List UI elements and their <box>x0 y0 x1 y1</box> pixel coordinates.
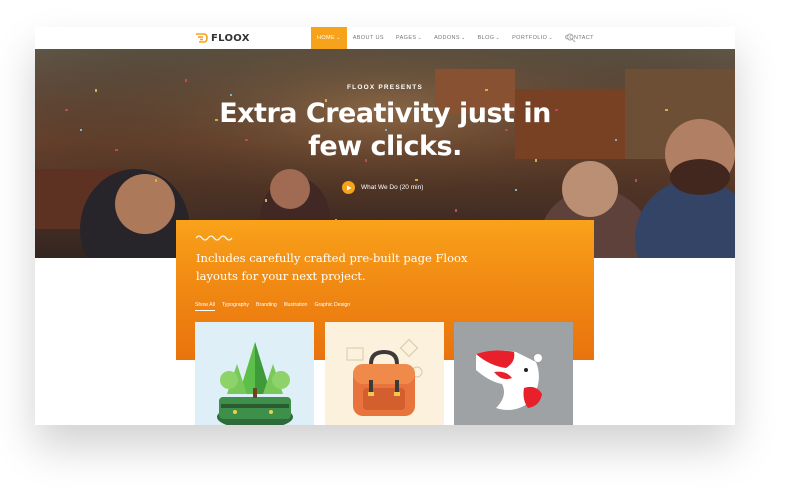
brand-name: FLOOX <box>211 32 250 44</box>
wave-divider-icon <box>195 235 233 241</box>
logo-mark-icon <box>196 33 208 43</box>
intro-line: Includes carefully crafted pre-built pag… <box>196 251 468 265</box>
search-icon[interactable] <box>566 33 576 43</box>
nav-item-blog[interactable]: BLOG ⌄ <box>472 27 506 49</box>
nav-item-home[interactable]: HOME ⌄ <box>311 27 347 49</box>
filter-illustration[interactable]: Illustration <box>284 302 308 311</box>
forest-illustration-icon <box>217 342 293 425</box>
filter-show-all[interactable]: Show All <box>195 302 215 311</box>
video-link[interactable]: What We Do (20 min) <box>342 181 423 194</box>
video-label[interactable]: What We Do (20 min) <box>361 184 423 191</box>
chevron-down-icon: ⌄ <box>495 35 501 41</box>
headline-line: Extra Creativity just in <box>219 98 551 129</box>
nav-label: HOME <box>317 35 336 41</box>
nav-label: PORTFOLIO <box>512 35 548 41</box>
play-icon[interactable] <box>342 181 355 194</box>
portfolio-item-backpack[interactable] <box>325 322 444 425</box>
nav-label: BLOG <box>477 35 495 41</box>
nav-item-pages[interactable]: PAGES ⌄ <box>390 27 428 49</box>
headline-line: few clicks. <box>308 131 462 162</box>
portfolio-item-forest[interactable] <box>195 322 314 425</box>
portfolio-item-rooster[interactable] <box>454 322 573 425</box>
website-frame: FLOOX HOME ⌄ ABOUT US PAGES ⌄ ADDONS ⌄ BLOG… <box>35 27 735 425</box>
hero-headline: Extra Creativity just in few clicks. <box>175 97 595 163</box>
nav-item-about-us[interactable]: ABOUT US <box>347 27 390 49</box>
nav-item-addons[interactable]: ADDONS ⌄ <box>428 27 472 49</box>
nav-label: PAGES <box>395 35 417 41</box>
portfolio-filters: Show All Typography Branding Illustratio… <box>195 302 350 311</box>
chevron-down-icon: ⌄ <box>336 35 341 41</box>
intro-line: layouts for your next project. <box>196 269 366 283</box>
main-menu: HOME ⌄ ABOUT US PAGES ⌄ ADDONS ⌄ BLOG ⌄ PORT… <box>311 27 600 49</box>
nav-item-portfolio[interactable]: PORTFOLIO ⌄ <box>506 27 559 49</box>
filter-graphic-design[interactable]: Graphic Design <box>314 302 350 311</box>
intro-text: Includes carefully crafted pre-built pag… <box>196 249 556 285</box>
backpack-illustration-icon <box>346 338 423 416</box>
chevron-down-icon: ⌄ <box>548 35 553 41</box>
brand-logo[interactable]: FLOOX <box>195 31 250 45</box>
nav-label: ADDONS <box>434 35 460 41</box>
filter-typography[interactable]: Typography <box>222 302 249 311</box>
filter-branding[interactable]: Branding <box>256 302 277 311</box>
top-navbar: FLOOX HOME ⌄ ABOUT US PAGES ⌄ ADDONS ⌄ BLOG… <box>35 27 735 49</box>
nav-label: ABOUT US <box>352 35 384 41</box>
chevron-down-icon: ⌄ <box>461 35 466 41</box>
rooster-illustration-icon <box>476 350 542 410</box>
hero-eyebrow: FLOOX PRESENTS <box>346 84 424 91</box>
chevron-down-icon: ⌄ <box>417 35 423 41</box>
